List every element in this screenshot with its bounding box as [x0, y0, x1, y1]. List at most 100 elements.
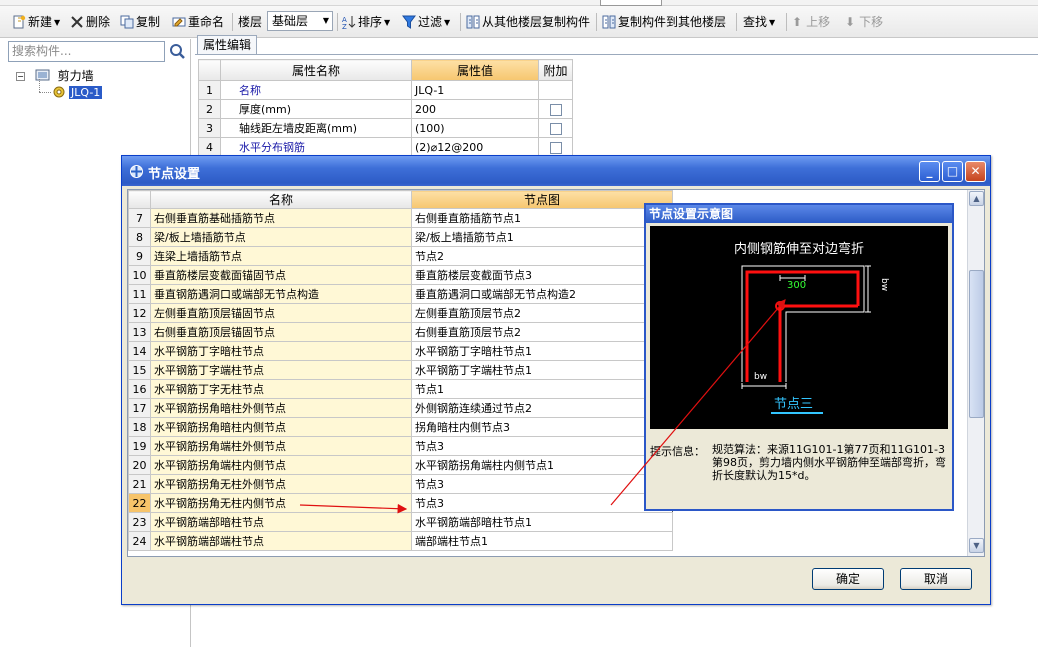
table-row[interactable]: 24 水平钢筋端部端柱节点 端部端柱节点1: [128, 531, 673, 551]
dialog-titlebar[interactable]: 节点设置 _ □ ✕: [122, 156, 990, 186]
table-row[interactable]: 3 轴线距左墙皮距离(mm) (100): [198, 118, 573, 138]
search-input[interactable]: 搜索构件...: [8, 41, 165, 62]
node-name: 水平钢筋拐角无柱外侧节点: [150, 474, 412, 494]
table-row[interactable]: 22 水平钢筋拐角无柱内侧节点 节点3: [128, 493, 673, 513]
node-diagram-value[interactable]: 外侧钢筋连续通过节点2: [411, 398, 673, 418]
node-diagram-value[interactable]: 拐角暗柱内侧节点3: [411, 417, 673, 437]
tree-node-jlq-1[interactable]: JLQ-1: [52, 84, 103, 100]
node-diagram-value[interactable]: 水平钢筋拐角端柱内侧节点1: [411, 455, 673, 475]
table-row[interactable]: 11 垂直钢筋遇洞口或端部无节点构造 垂直筋遇洞口或端部无节点构造2: [128, 284, 673, 304]
node-diagram-value[interactable]: 节点1: [411, 379, 673, 399]
table-row[interactable]: 23 水平钢筋端部暗柱节点 水平钢筋端部暗柱节点1: [128, 512, 673, 532]
table-row[interactable]: 8 梁/板上墙插筋节点 梁/板上墙插筋节点1: [128, 227, 673, 247]
hint-text: 规范算法：来源11G101-1第77页和11G101-3第98页，剪力墙内侧水平…: [712, 443, 946, 482]
extra-checkbox[interactable]: [549, 122, 562, 135]
node-diagram-value[interactable]: 右侧垂直筋顶层节点2: [411, 322, 673, 342]
copy-from-floors-button[interactable]: 从其他楼层复制构件: [466, 12, 590, 32]
node-diagram-value[interactable]: 垂直筋楼层变截面节点3: [411, 265, 673, 285]
column-header-property-name[interactable]: 属性名称: [220, 59, 412, 81]
toolbar-separator: [786, 13, 787, 31]
node-diagram-value[interactable]: 节点3: [411, 436, 673, 456]
column-header-name[interactable]: 名称: [150, 190, 412, 209]
node-diagram-value[interactable]: 水平钢筋丁字暗柱节点1: [411, 341, 673, 361]
node-diagram-value[interactable]: 右侧垂直筋插筋节点1: [411, 208, 673, 228]
extra-checkbox[interactable]: [549, 103, 562, 116]
dim-bw-top: bw: [879, 278, 889, 291]
collapse-icon[interactable]: −: [16, 72, 25, 81]
toolbar-separator: [232, 13, 233, 31]
cancel-button[interactable]: 取消: [900, 568, 972, 590]
row-number: 2: [198, 99, 221, 119]
find-button[interactable]: 查找 ▼: [743, 12, 775, 32]
move-up-button[interactable]: ⬆ 上移: [792, 12, 830, 32]
scroll-up-button[interactable]: ▲: [969, 191, 984, 206]
extra-cell: [538, 99, 573, 119]
tab-property-edit[interactable]: 属性编辑: [197, 35, 257, 54]
table-row[interactable]: 16 水平钢筋丁字无柱节点 节点1: [128, 379, 673, 399]
table-row[interactable]: 13 右侧垂直筋顶层锚固节点 右侧垂直筋顶层节点2: [128, 322, 673, 342]
table-row[interactable]: 18 水平钢筋拐角暗柱内侧节点 拐角暗柱内侧节点3: [128, 417, 673, 437]
column-header-node-diagram[interactable]: 节点图: [411, 190, 673, 209]
sort-label: 排序: [358, 15, 383, 29]
node-name: 水平钢筋丁字端柱节点: [150, 360, 412, 380]
maximize-button[interactable]: □: [942, 161, 963, 182]
move-down-button[interactable]: ⬇ 下移: [845, 12, 883, 32]
minimize-button[interactable]: _: [919, 161, 940, 182]
ok-button[interactable]: 确定: [812, 568, 884, 590]
sort-button[interactable]: A Z 排序 ▼: [342, 12, 390, 32]
table-row[interactable]: 1 名称 JLQ-1: [198, 80, 573, 100]
node-diagram-value[interactable]: 节点2: [411, 246, 673, 266]
table-row[interactable]: 14 水平钢筋丁字暗柱节点 水平钢筋丁字暗柱节点1: [128, 341, 673, 361]
maximize-icon: □: [946, 164, 959, 178]
main-toolbar: 新建 ▼ 删除 复制 重命名 楼层 基础层 ▼ A Z 排序 ▼ 过滤 ▼ 从其他楼层复制…: [0, 0, 1038, 38]
table-row[interactable]: 4 水平分布钢筋 (2)⌀12@200: [198, 137, 573, 157]
filter-dropdown-icon: ▼: [444, 18, 451, 27]
scroll-thumb[interactable]: [969, 270, 984, 418]
copy-icon: [120, 15, 134, 29]
table-row[interactable]: 2 厚度(mm) 200: [198, 99, 573, 119]
table-row[interactable]: 9 连梁上墙插筋节点 节点2: [128, 246, 673, 266]
property-value[interactable]: (100): [411, 118, 539, 138]
column-header-extra[interactable]: 附加: [538, 59, 573, 81]
node-diagram-value[interactable]: 水平钢筋端部暗柱节点1: [411, 512, 673, 532]
copy-label: 复制: [136, 15, 161, 29]
node-diagram-value[interactable]: 节点3: [411, 474, 673, 494]
table-row[interactable]: 15 水平钢筋丁字端柱节点 水平钢筋丁字端柱节点1: [128, 360, 673, 380]
close-button[interactable]: ✕: [965, 161, 986, 182]
copy-from-floors-icon: [466, 15, 480, 29]
property-value[interactable]: JLQ-1: [411, 80, 539, 100]
table-row[interactable]: 17 水平钢筋拐角暗柱外侧节点 外侧钢筋连续通过节点2: [128, 398, 673, 418]
table-row[interactable]: 12 左侧垂直筋顶层锚固节点 左侧垂直筋顶层节点2: [128, 303, 673, 323]
scroll-down-button[interactable]: ▼: [969, 538, 984, 553]
row-number-header: [198, 59, 221, 81]
rename-button[interactable]: 重命名: [172, 12, 224, 32]
node-diagram-value[interactable]: 端部端柱节点1: [411, 531, 673, 551]
table-row[interactable]: 10 垂直筋楼层变截面锚固节点 垂直筋楼层变截面节点3: [128, 265, 673, 285]
column-header-property-value[interactable]: 属性值: [411, 59, 539, 81]
table-row[interactable]: 20 水平钢筋拐角端柱内侧节点 水平钢筋拐角端柱内侧节点1: [128, 455, 673, 475]
node-name: 水平钢筋端部端柱节点: [150, 531, 412, 551]
vertical-scrollbar[interactable]: ▲ ▼: [967, 190, 984, 556]
row-number: 1: [198, 80, 221, 100]
node-diagram-value[interactable]: 水平钢筋丁字端柱节点1: [411, 360, 673, 380]
table-row[interactable]: 19 水平钢筋拐角端柱外侧节点 节点3: [128, 436, 673, 456]
delete-button[interactable]: 删除: [70, 12, 110, 32]
node-diagram-value[interactable]: 左侧垂直筋顶层节点2: [411, 303, 673, 323]
top-strip-tab[interactable]: [600, 0, 662, 6]
new-button[interactable]: 新建 ▼: [12, 12, 60, 32]
extra-checkbox[interactable]: [549, 141, 562, 154]
floor-select[interactable]: 基础层 ▼: [267, 11, 333, 31]
table-row[interactable]: 21 水平钢筋拐角无柱外侧节点 节点3: [128, 474, 673, 494]
node-diagram-value[interactable]: 垂直筋遇洞口或端部无节点构造2: [411, 284, 673, 304]
property-value[interactable]: 200: [411, 99, 539, 119]
copy-button[interactable]: 复制: [120, 12, 160, 32]
find-dropdown-icon: ▼: [769, 18, 776, 27]
search-button[interactable]: [167, 41, 187, 62]
filter-button[interactable]: 过滤 ▼: [402, 12, 450, 32]
copy-to-floors-button[interactable]: 复制构件到其他楼层: [602, 12, 726, 32]
node-diagram-value[interactable]: 节点3: [411, 493, 673, 513]
property-value[interactable]: (2)⌀12@200: [411, 137, 539, 157]
table-row[interactable]: 7 右侧垂直筋基础插筋节点 右侧垂直筋插筋节点1: [128, 208, 673, 228]
tree-node-shear-wall[interactable]: − 剪力墙: [16, 68, 94, 84]
node-diagram-value[interactable]: 梁/板上墙插筋节点1: [411, 227, 673, 247]
